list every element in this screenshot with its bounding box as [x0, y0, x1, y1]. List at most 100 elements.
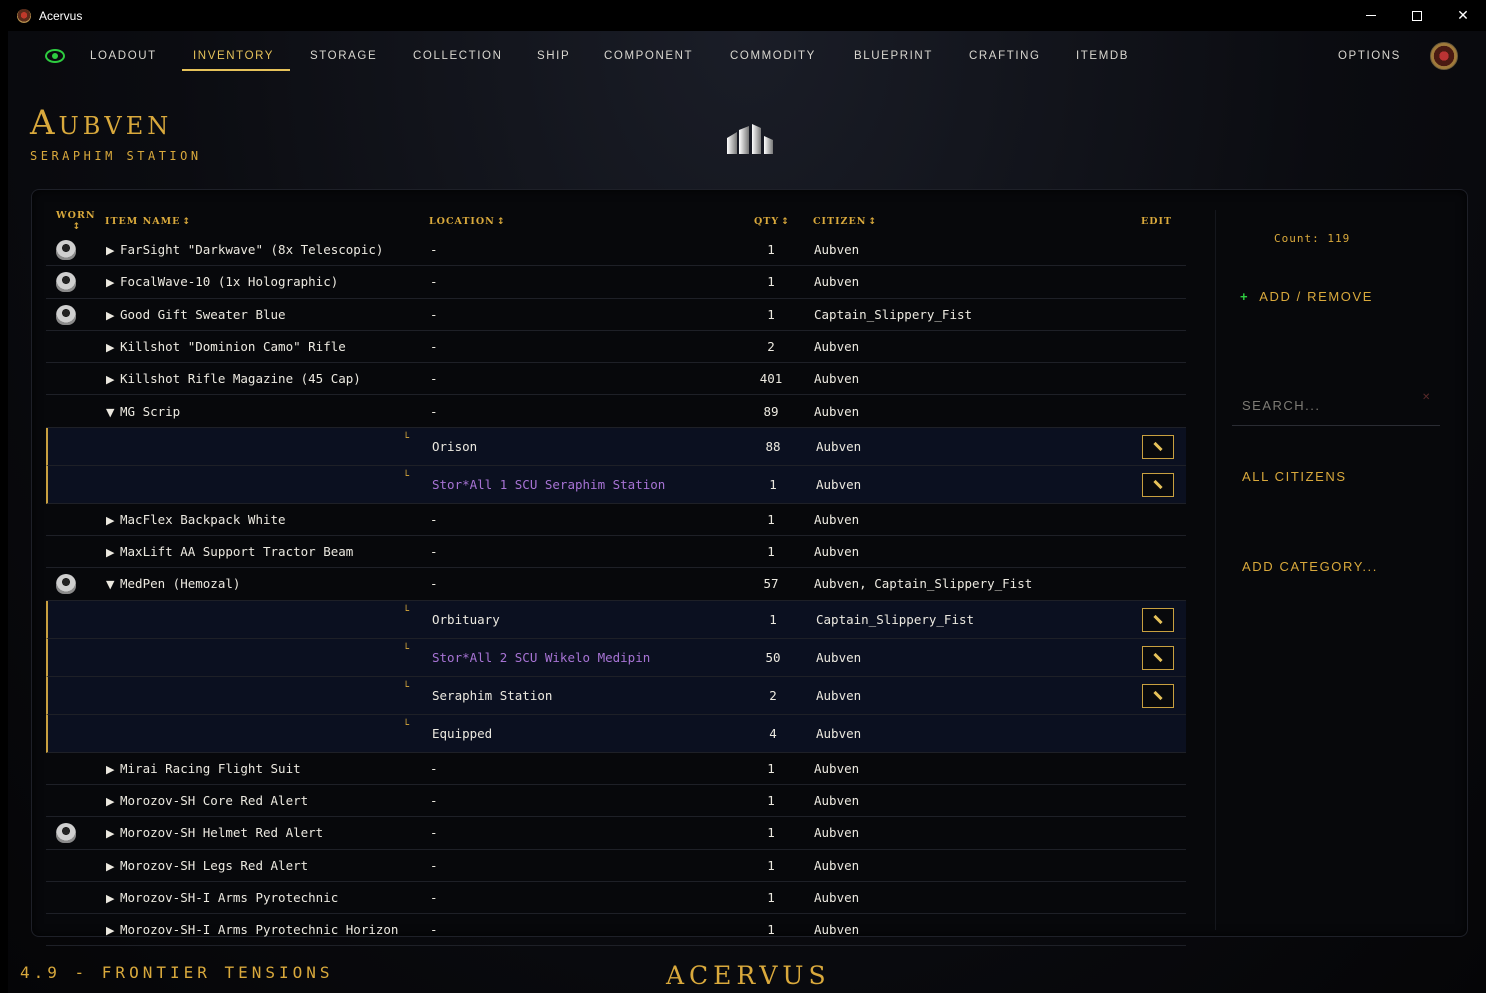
item-name[interactable]: ▶ FarSight "Darkwave" (8x Telescopic) — [106, 242, 383, 257]
tab-ship[interactable]: SHIP — [537, 50, 570, 62]
table-row[interactable]: ▶ Morozov-SH Core Red Alert - 1 Aubven — [46, 785, 1186, 818]
edit-button[interactable] — [1142, 472, 1174, 497]
item-name[interactable]: ▶ Mirai Racing Flight Suit — [106, 761, 301, 776]
header-item-name[interactable]: ITEM NAME ↕ — [105, 216, 191, 227]
sub-row[interactable]: └ Orison 88 Aubven — [46, 427, 1186, 466]
expand-arrow-icon[interactable]: ▶ — [106, 244, 120, 257]
expand-arrow-icon[interactable]: ▶ — [106, 892, 120, 905]
item-name-text: MacFlex Backpack White — [120, 511, 286, 527]
expand-arrow-icon[interactable]: ▶ — [106, 373, 120, 386]
item-citizen: Aubven — [814, 825, 860, 841]
tab-blueprint[interactable]: BLUEPRINT — [854, 50, 933, 62]
table-row[interactable]: ▶ Morozov-SH-I Arms Pyrotechnic - 1 Aubven — [46, 882, 1186, 915]
table-row[interactable]: ▼ MedPen (Hemozal) - 57 Aubven, Captain_Slip… — [46, 568, 1186, 601]
item-name[interactable]: ▼ MG Scrip — [106, 404, 180, 419]
item-name[interactable]: ▶ Morozov-SH-I Arms Pyrotechnic — [106, 890, 338, 905]
sub-row[interactable]: └ Stor*All 2 SCU Wikelo Medipin 50 Aubven — [46, 638, 1186, 677]
header-qty[interactable]: QTY ↕ — [754, 216, 790, 227]
table-row[interactable]: ▶ FocalWave-10 (1x Holographic) - 1 Aubven — [46, 266, 1186, 299]
item-name[interactable]: ▶ Morozov-SH Helmet Red Alert — [106, 825, 323, 840]
sub-row[interactable]: └ Equipped 4 Aubven — [46, 714, 1186, 753]
edit-button[interactable] — [1142, 683, 1174, 708]
expand-arrow-icon[interactable]: ▶ — [106, 763, 120, 776]
item-name[interactable]: ▶ Killshot Rifle Magazine (45 Cap) — [106, 371, 361, 386]
expand-arrow-icon[interactable]: ▼ — [106, 578, 120, 591]
close-button[interactable]: ✕ — [1440, 0, 1486, 31]
tab-loadout[interactable]: LOADOUT — [90, 50, 157, 62]
table-row[interactable]: ▼ MG Scrip - 89 Aubven — [46, 396, 1186, 428]
add-category-button[interactable]: ADD CATEGORY... — [1242, 559, 1378, 574]
item-citizen: Aubven — [814, 242, 860, 257]
options-button[interactable]: OPTIONS — [1338, 50, 1401, 62]
expand-arrow-icon[interactable]: ▶ — [106, 827, 120, 840]
all-citizens-filter[interactable]: ALL CITIZENS — [1242, 469, 1347, 484]
item-citizen: Aubven — [814, 922, 860, 938]
sub-row[interactable]: └ Stor*All 1 SCU Seraphim Station 1 Aubven — [46, 465, 1186, 504]
item-name[interactable]: ▶ Killshot "Dominion Camo" Rifle — [106, 339, 346, 354]
item-name-text: Mirai Racing Flight Suit — [120, 760, 301, 776]
table-row[interactable]: ▶ FarSight "Darkwave" (8x Telescopic) - 1 Au… — [46, 234, 1186, 267]
tab-storage[interactable]: STORAGE — [310, 50, 377, 62]
table-row[interactable]: ▶ Morozov-SH Legs Red Alert - 1 Aubven — [46, 850, 1186, 882]
item-name[interactable]: ▶ Morozov-SH Core Red Alert — [106, 793, 308, 808]
edit-button[interactable] — [1142, 607, 1174, 632]
sub-row[interactable]: └ Orbituary 1 Captain_Slippery_Fist — [46, 600, 1186, 639]
expand-arrow-icon[interactable]: ▶ — [106, 924, 120, 937]
tab-itemdb[interactable]: ITEMDB — [1076, 50, 1129, 62]
header-item-name-label: ITEM NAME — [105, 216, 181, 227]
minimize-button[interactable] — [1348, 0, 1394, 31]
item-name[interactable]: ▶ Good Gift Sweater Blue — [106, 307, 286, 322]
item-name[interactable]: ▶ MaxLift AA Support Tractor Beam — [106, 544, 353, 559]
item-location: - — [430, 274, 438, 290]
item-name[interactable]: ▶ Morozov-SH-I Arms Pyrotechnic Horizon — [106, 922, 398, 937]
tab-crafting[interactable]: CRAFTING — [969, 50, 1041, 62]
tab-inventory[interactable]: INVENTORY — [193, 50, 274, 62]
item-location: - — [430, 825, 438, 841]
item-name[interactable]: ▼ MedPen (Hemozal) — [106, 576, 240, 591]
header-worn[interactable]: WORN ↕ — [56, 210, 96, 233]
table-row[interactable]: ▶ Killshot Rifle Magazine (45 Cap) - 401 Aub… — [46, 363, 1186, 396]
search-input[interactable] — [1232, 386, 1440, 426]
sort-icon: ↕ — [72, 222, 82, 232]
footer-logo: ACERVUS — [666, 961, 831, 990]
tab-collection[interactable]: COLLECTION — [413, 50, 503, 62]
table-row[interactable]: ▶ Morozov-SH Helmet Red Alert - 1 Aubven — [46, 817, 1186, 850]
add-remove-button[interactable]: + ADD / REMOVE — [1240, 289, 1373, 304]
item-citizen: Aubven — [814, 760, 860, 776]
expand-arrow-icon[interactable]: ▶ — [106, 795, 120, 808]
avatar[interactable] — [1430, 42, 1458, 70]
table-row[interactable]: ▶ Good Gift Sweater Blue - 1 Captain_Slipper… — [46, 299, 1186, 331]
table-row[interactable]: ▶ MaxLift AA Support Tractor Beam - 1 Aubven — [46, 536, 1186, 569]
item-qty: 50 — [765, 649, 781, 665]
expand-arrow-icon[interactable]: ▶ — [106, 276, 120, 289]
expand-arrow-icon[interactable]: ▶ — [106, 860, 120, 873]
bar-chart-icon[interactable] — [725, 122, 775, 156]
header-location[interactable]: LOCATION ↕ — [429, 216, 505, 227]
sub-row[interactable]: └ Seraphim Station 2 Aubven — [46, 676, 1186, 715]
edit-button[interactable] — [1142, 645, 1174, 670]
expand-arrow-icon[interactable]: ▼ — [106, 406, 120, 419]
table-row[interactable]: ▶ MacFlex Backpack White - 1 Aubven — [46, 504, 1186, 537]
edit-button[interactable] — [1142, 434, 1174, 459]
item-qty: 1 — [767, 857, 775, 873]
eye-icon[interactable] — [45, 49, 65, 63]
item-name[interactable]: ▶ FocalWave-10 (1x Holographic) — [106, 274, 338, 289]
expand-arrow-icon[interactable]: ▶ — [106, 546, 120, 559]
header-citizen[interactable]: CITIZEN ↕ — [813, 216, 877, 227]
item-name[interactable]: ▶ Morozov-SH Legs Red Alert — [106, 858, 308, 873]
clear-search-icon[interactable]: ✕ — [1422, 392, 1430, 403]
expand-arrow-icon[interactable]: ▶ — [106, 309, 120, 322]
table-row[interactable]: ▶ Mirai Racing Flight Suit - 1 Aubven — [46, 753, 1186, 785]
expand-arrow-icon[interactable]: ▶ — [106, 514, 120, 527]
item-qty: 2 — [769, 687, 777, 703]
table-row[interactable]: ▶ Morozov-SH-I Arms Pyrotechnic Horizon - 1… — [46, 914, 1186, 947]
tab-commodity[interactable]: COMMODITY — [730, 50, 816, 62]
helmet-shape — [56, 574, 76, 595]
item-name[interactable]: ▶ MacFlex Backpack White — [106, 512, 286, 527]
maximize-button[interactable] — [1394, 0, 1440, 31]
table-row[interactable]: ▶ Killshot "Dominion Camo" Rifle - 2 Aubven — [46, 331, 1186, 364]
item-location: Orbituary — [432, 611, 500, 627]
header-citizen-label: CITIZEN — [813, 216, 867, 227]
expand-arrow-icon[interactable]: ▶ — [106, 341, 120, 354]
tab-component[interactable]: COMPONENT — [604, 50, 693, 62]
